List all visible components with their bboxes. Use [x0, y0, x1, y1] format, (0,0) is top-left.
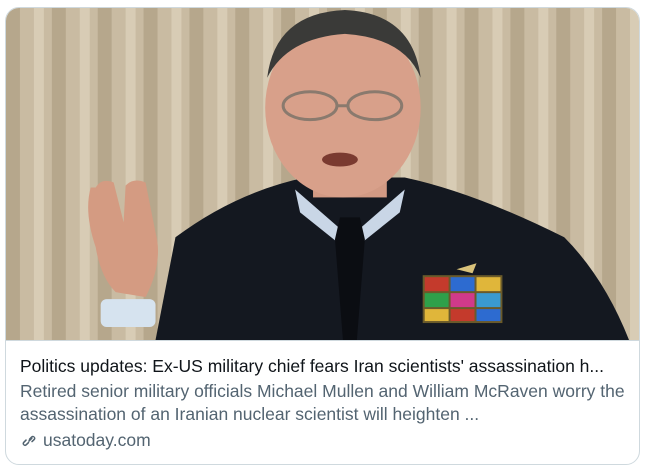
- link-preview-card[interactable]: Politics updates: Ex-US military chief f…: [5, 7, 640, 465]
- article-description: Retired senior military officials Michae…: [20, 381, 625, 424]
- photo-illustration: [6, 8, 639, 340]
- article-title[interactable]: Politics updates: Ex-US military chief f…: [20, 355, 625, 377]
- source-domain[interactable]: usatoday.com: [43, 429, 151, 451]
- link-icon: [22, 435, 36, 446]
- card-text: Politics updates: Ex-US military chief f…: [6, 341, 639, 464]
- preview-image[interactable]: [6, 8, 639, 341]
- source-link[interactable]: usatoday.com: [20, 429, 625, 451]
